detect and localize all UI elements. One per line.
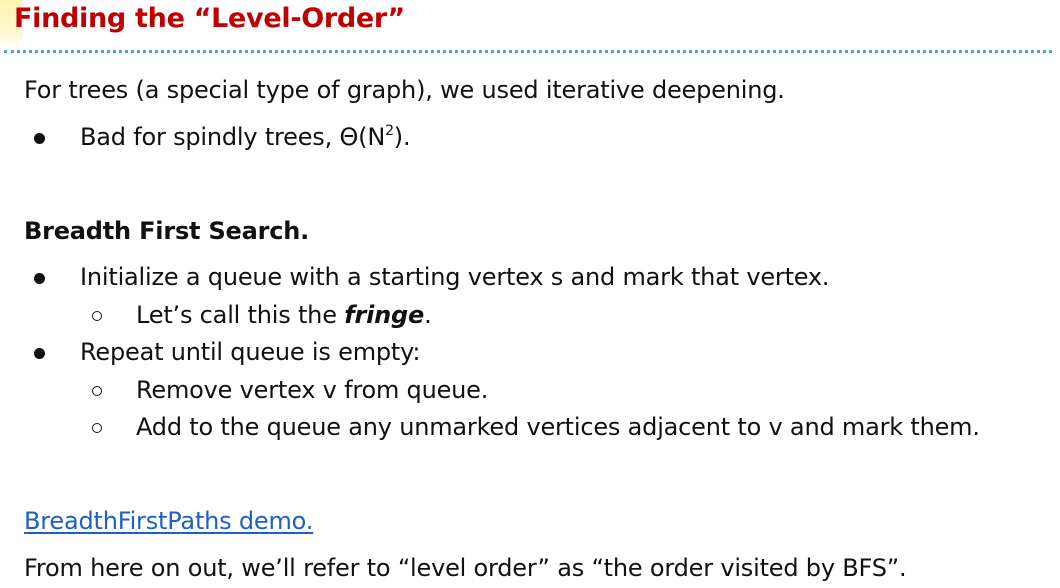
fringe-note-text: Let’s call this the (136, 301, 345, 329)
substep-remove-vertex: Remove vertex v from queue. (136, 376, 489, 404)
intro-text: For trees (a special type of graph), we … (24, 76, 785, 104)
footer-text: From here on out, we’ll refer to “level … (24, 554, 907, 582)
fringe-note-period: . (424, 301, 432, 329)
bullet-dot-icon (34, 133, 45, 144)
bfs-heading: Breadth First Search. (24, 217, 310, 245)
title-divider (4, 50, 1052, 53)
fringe-term: fringe (344, 301, 425, 329)
bullet-ring-icon (92, 423, 102, 433)
bfs-step-repeat: Repeat until queue is empty: (80, 338, 421, 366)
intro-bullet-text: Bad for spindly trees, Θ(N (80, 123, 386, 151)
substep-add-neighbors: Add to the queue any unmarked vertices a… (136, 413, 980, 441)
demo-link[interactable]: BreadthFirstPaths demo. (24, 509, 313, 533)
superscript-two: 2 (385, 123, 394, 139)
intro-bullet: Bad for spindly trees, Θ(N2). (80, 123, 411, 151)
bullet-ring-icon (92, 311, 102, 321)
bullet-dot-icon (34, 273, 45, 284)
bullet-dot-icon (34, 348, 45, 359)
intro-bullet-suffix: ). (393, 123, 411, 151)
fringe-note: Let’s call this the fringe. (136, 303, 432, 327)
slide-title: Finding the “Level-Order” (14, 3, 405, 34)
bfs-step-initialize: Initialize a queue with a starting verte… (80, 263, 830, 291)
bullet-ring-icon (92, 386, 102, 396)
